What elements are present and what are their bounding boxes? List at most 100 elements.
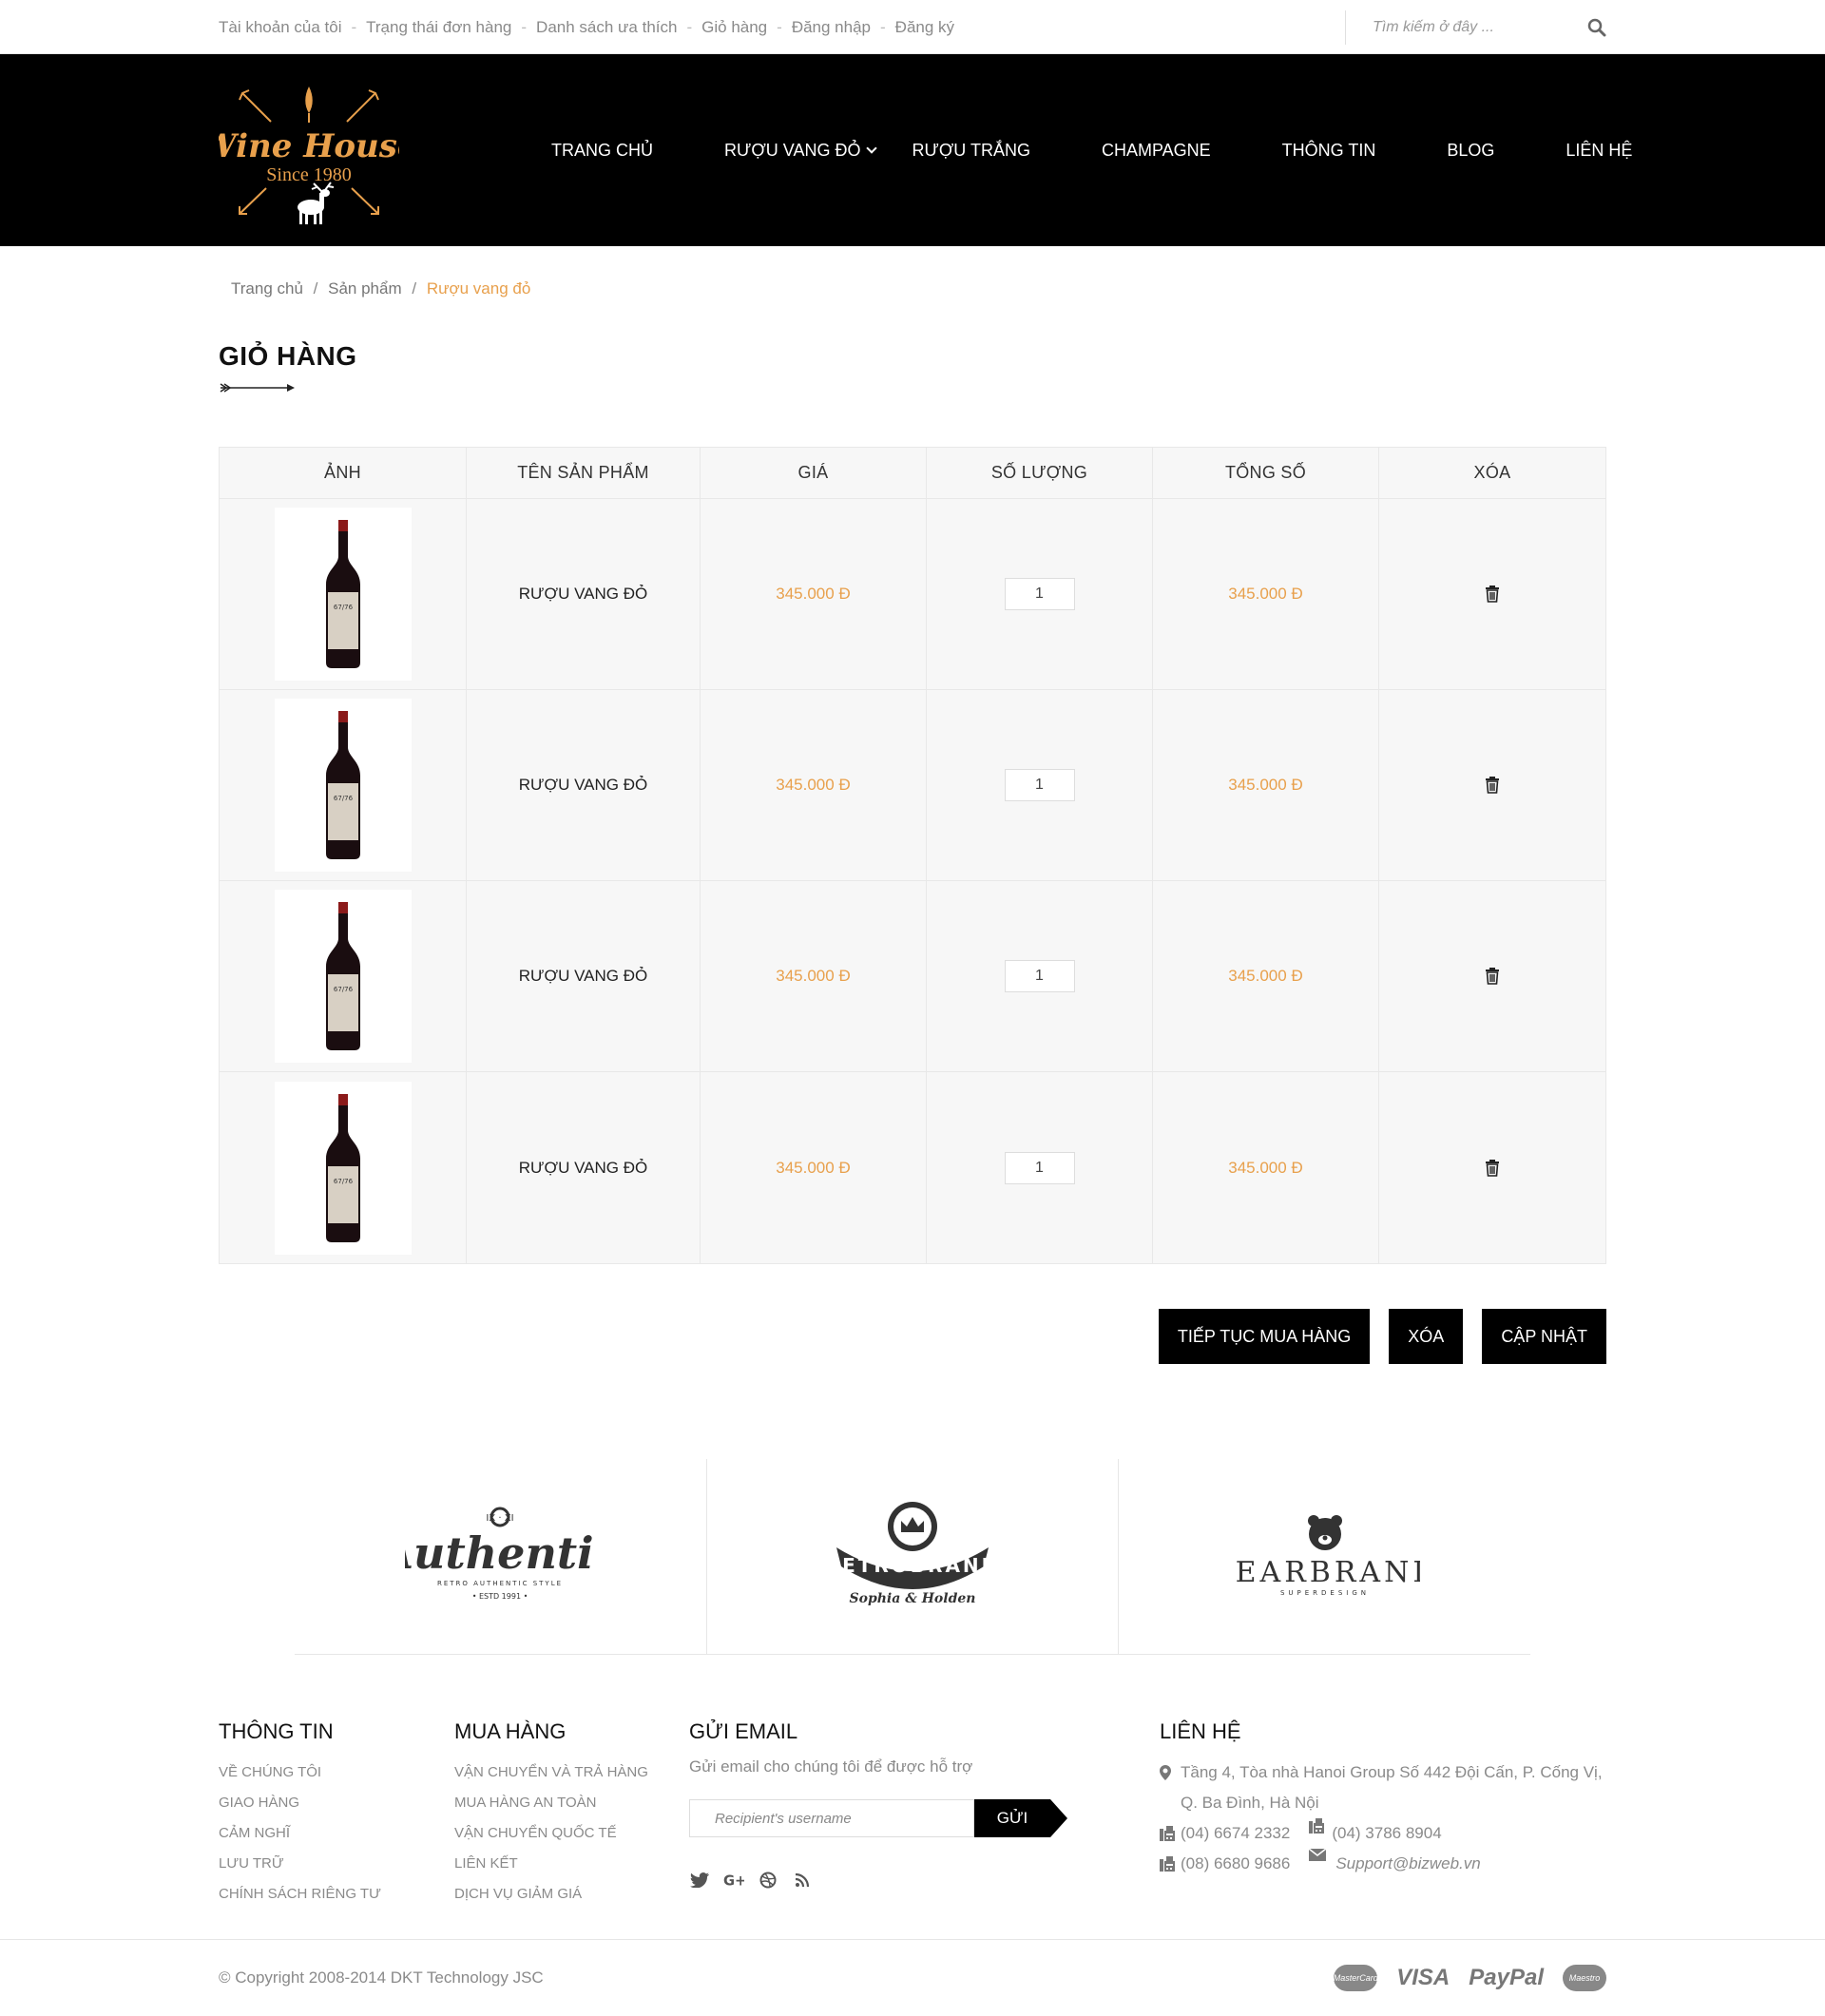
table-row: 67/76 RƯỢU VANG ĐỎ 345.000 Đ 345.000 Đ bbox=[220, 499, 1605, 690]
product-name[interactable]: RƯỢU VANG ĐỎ bbox=[467, 499, 701, 689]
brand-authentic[interactable]: IX · XI Authentic RETRO AUTHENTIC STYLE … bbox=[295, 1459, 707, 1654]
trash-icon[interactable] bbox=[1485, 1159, 1500, 1177]
continue-shopping-button[interactable]: TIẾP TỤC MUA HÀNG bbox=[1158, 1309, 1371, 1364]
footer-contact-column: LIÊN HỆ Tầng 4, Tòa nhà Hanoi Group Số 4… bbox=[1160, 1719, 1606, 1910]
quantity-cell bbox=[927, 499, 1153, 689]
fax-icon bbox=[1309, 1818, 1325, 1834]
newsletter-send-button[interactable]: GỬI bbox=[974, 1799, 1067, 1837]
search-input[interactable] bbox=[1373, 18, 1582, 36]
contact-phone-email: (08) 6680 9686 Support@bizweb.vn bbox=[1160, 1849, 1606, 1879]
breadcrumb-separator: / bbox=[412, 279, 417, 298]
account-link[interactable]: Tài khoản của tôi bbox=[219, 18, 341, 37]
product-image[interactable]: 67/76 bbox=[274, 699, 412, 872]
account-links: Tài khoản của tôi - Trạng thái đơn hàng … bbox=[219, 18, 954, 37]
fax-icon bbox=[1160, 1826, 1181, 1841]
footer-link-archive[interactable]: LƯU TRỮ bbox=[219, 1849, 454, 1879]
nav-blog[interactable]: BLOG bbox=[1447, 141, 1494, 161]
quantity-input[interactable] bbox=[1004, 578, 1075, 610]
nav-info[interactable]: THÔNG TIN bbox=[1282, 141, 1376, 161]
product-image-cell: 67/76 bbox=[220, 499, 467, 689]
footer-shop-column: MUA HÀNG VẬN CHUYỂN VÀ TRẢ HÀNG MUA HÀNG… bbox=[454, 1719, 689, 1910]
brand-retrobrand[interactable]: RETROBRAND Sophia & Holden bbox=[707, 1459, 1120, 1654]
main-nav: TRANG CHỦ RƯỢU VANG ĐỎ RƯỢU TRẮNG CHAMPA… bbox=[551, 141, 1632, 161]
footer-link-discounts[interactable]: DỊCH VỤ GIẢM GIÁ bbox=[454, 1879, 689, 1910]
footer-link-privacy[interactable]: CHÍNH SÁCH RIÊNG TƯ bbox=[219, 1879, 454, 1910]
retrobrand-logo: RETROBRAND Sophia & Holden bbox=[825, 1501, 997, 1606]
footer-link-international-shipping[interactable]: VẬN CHUYỂN QUỐC TẾ bbox=[454, 1818, 689, 1849]
copyright: © Copyright 2008-2014 DKT Technology JSC bbox=[219, 1968, 544, 1987]
bearbrand-sub: SUPERDESIGN bbox=[1280, 1589, 1370, 1597]
footer-shop-title: MUA HÀNG bbox=[454, 1719, 567, 1743]
separator: - bbox=[880, 17, 886, 36]
register-link[interactable]: Đăng ký bbox=[895, 18, 954, 37]
product-image[interactable]: 67/76 bbox=[274, 1081, 412, 1255]
contact-email-link[interactable]: Support@bizweb.vn bbox=[1335, 1849, 1480, 1879]
product-name[interactable]: RƯỢU VANG ĐỎ bbox=[467, 881, 701, 1071]
nav-red-wine-label: RƯỢU VANG ĐỎ bbox=[724, 140, 861, 160]
quantity-input[interactable] bbox=[1004, 960, 1075, 992]
column-header-delete: XÓA bbox=[1473, 463, 1511, 482]
breadcrumb-products[interactable]: Sản phẩm bbox=[328, 279, 402, 298]
trash-icon[interactable] bbox=[1485, 777, 1500, 794]
cart-header-row: ẢNH TÊN SẢN PHẨM GIÁ SỐ LƯỢNG TỔNG SỐ XÓ… bbox=[220, 448, 1605, 499]
separator: - bbox=[351, 17, 357, 36]
brand-bearbrand[interactable]: BEARBRAND SUPERDESIGN bbox=[1119, 1459, 1530, 1654]
map-marker-icon bbox=[1160, 1765, 1181, 1780]
newsletter-form: GỬI bbox=[689, 1799, 1160, 1837]
breadcrumb-home[interactable]: Trang chủ bbox=[231, 279, 303, 298]
clear-cart-button[interactable]: XÓA bbox=[1389, 1309, 1464, 1364]
update-cart-button[interactable]: CẬP NHẬT bbox=[1482, 1309, 1606, 1364]
product-image-cell: 67/76 bbox=[220, 690, 467, 880]
footer-link-testimonials[interactable]: CẢM NGHĨ bbox=[219, 1818, 454, 1849]
fax-icon bbox=[1160, 1856, 1181, 1872]
quantity-cell bbox=[927, 690, 1153, 880]
nav-home[interactable]: TRANG CHỦ bbox=[551, 141, 653, 161]
search-icon[interactable] bbox=[1587, 18, 1606, 37]
footer-info-column: THÔNG TIN VỀ CHÚNG TÔI GIAO HÀNG CẢM NGH… bbox=[219, 1719, 454, 1910]
footer-link-affiliates[interactable]: LIÊN KẾT bbox=[454, 1849, 689, 1879]
search-box bbox=[1345, 10, 1606, 45]
contact-phone-3: (08) 6680 9686 bbox=[1181, 1854, 1291, 1872]
google-plus-icon[interactable]: G+ bbox=[723, 1870, 744, 1891]
product-name[interactable]: RƯỢU VANG ĐỎ bbox=[467, 690, 701, 880]
product-image[interactable]: 67/76 bbox=[274, 890, 412, 1063]
wine-bottle-icon: 67/76 bbox=[325, 1093, 360, 1242]
product-name[interactable]: RƯỢU VANG ĐỎ bbox=[467, 1072, 701, 1263]
footer-link-shipping-returns[interactable]: VẬN CHUYỂN VÀ TRẢ HÀNG bbox=[454, 1757, 689, 1788]
trash-icon[interactable] bbox=[1485, 968, 1500, 985]
trash-icon[interactable] bbox=[1485, 586, 1500, 603]
footer-link-delivery[interactable]: GIAO HÀNG bbox=[219, 1788, 454, 1818]
quantity-input[interactable] bbox=[1004, 769, 1075, 801]
contact-phones: (04) 6674 2332 (04) 3786 8904 bbox=[1160, 1818, 1606, 1849]
order-status-link[interactable]: Trạng thái đơn hàng bbox=[366, 18, 511, 37]
arrow-divider-icon bbox=[220, 383, 295, 393]
paypal-icon: PayPal bbox=[1469, 1965, 1544, 1990]
quantity-input[interactable] bbox=[1004, 1151, 1075, 1184]
product-image[interactable]: 67/76 bbox=[274, 508, 412, 681]
nav-champagne[interactable]: CHAMPAGNE bbox=[1102, 141, 1211, 161]
twitter-icon[interactable] bbox=[689, 1870, 710, 1891]
line-total: 345.000 Đ bbox=[1153, 690, 1379, 880]
bottom-bar: © Copyright 2008-2014 DKT Technology JSC… bbox=[0, 1939, 1825, 2015]
product-price: 345.000 Đ bbox=[701, 690, 927, 880]
table-row: 67/76 RƯỢU VANG ĐỎ 345.000 Đ 345.000 Đ bbox=[220, 1072, 1605, 1263]
logo-brand-text: Wine House bbox=[219, 127, 399, 165]
nav-red-wine[interactable]: RƯỢU VANG ĐỎ bbox=[724, 140, 878, 161]
nav-contact[interactable]: LIÊN HỆ bbox=[1566, 141, 1632, 161]
footer-link-about[interactable]: VỀ CHÚNG TÔI bbox=[219, 1757, 454, 1788]
cart-table: ẢNH TÊN SẢN PHẨM GIÁ SỐ LƯỢNG TỔNG SỐ XÓ… bbox=[219, 447, 1606, 1264]
svg-text:67/76: 67/76 bbox=[333, 986, 353, 993]
contact-address-text: Tầng 4, Tòa nhà Hanoi Group Số 442 Đội C… bbox=[1181, 1763, 1603, 1812]
nav-white-wine[interactable]: RƯỢU TRẮNG bbox=[912, 141, 1029, 161]
site-logo[interactable]: Wine House Since 1980 bbox=[201, 69, 418, 231]
column-header-name: TÊN SẢN PHẨM bbox=[467, 448, 701, 498]
wine-bottle-icon: 67/76 bbox=[325, 711, 360, 859]
wishlist-link[interactable]: Danh sách ưa thích bbox=[536, 18, 677, 37]
dribbble-icon[interactable] bbox=[758, 1870, 778, 1891]
cart-link[interactable]: Giỏ hàng bbox=[701, 18, 767, 37]
login-link[interactable]: Đăng nhập bbox=[792, 18, 871, 37]
rss-icon[interactable] bbox=[792, 1870, 813, 1891]
newsletter-email-input[interactable] bbox=[689, 1799, 974, 1837]
footer-link-secure-shopping[interactable]: MUA HÀNG AN TOÀN bbox=[454, 1788, 689, 1818]
contact-phone-1: (04) 6674 2332 bbox=[1181, 1824, 1291, 1842]
